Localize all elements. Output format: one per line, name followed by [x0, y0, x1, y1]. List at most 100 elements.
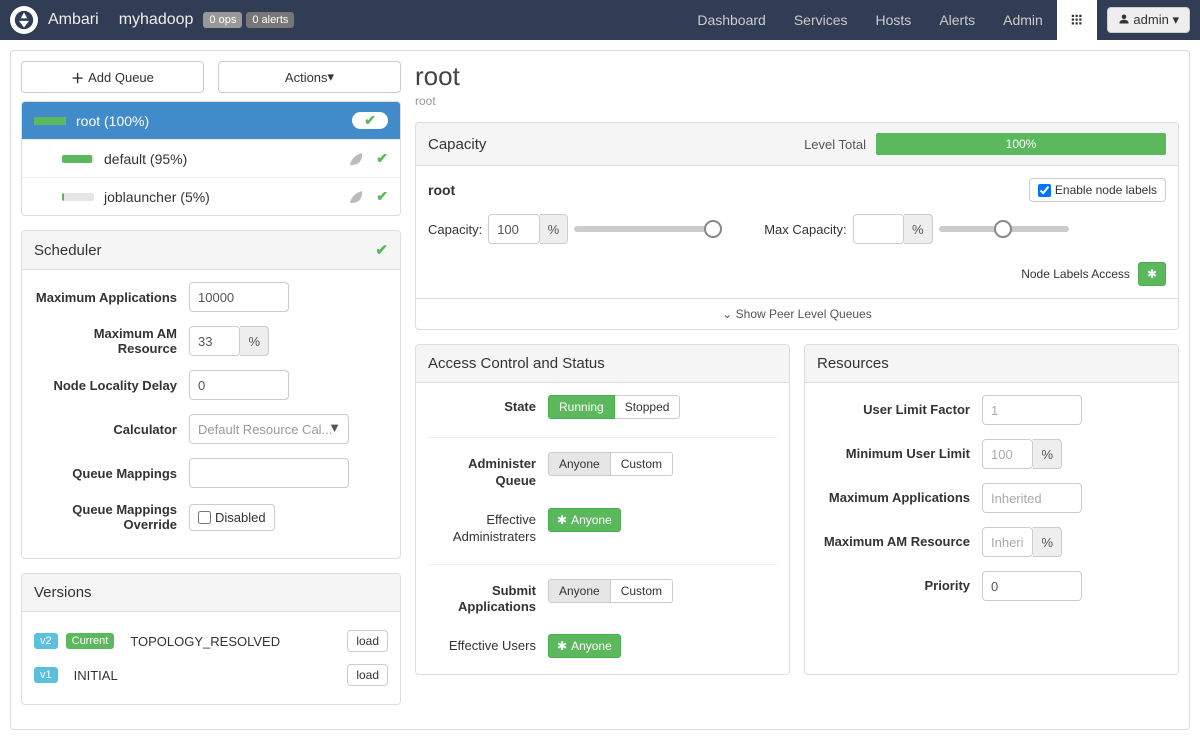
max-capacity-slider[interactable]: [939, 226, 1069, 232]
ambari-logo[interactable]: [10, 6, 38, 34]
resources-panel: Resources User Limit Factor Minimum User…: [804, 344, 1179, 675]
administer-toggle[interactable]: Anyone Custom: [548, 452, 673, 476]
max-apps-input[interactable]: [189, 282, 289, 312]
brand[interactable]: Ambari: [48, 11, 99, 29]
alerts-badge[interactable]: 0 alerts: [246, 12, 294, 28]
capacity-heading: Capacity Level Total 100%: [416, 123, 1178, 166]
level-total-pct: 100%: [1006, 137, 1037, 151]
user-limit-factor-input[interactable]: [982, 395, 1082, 425]
versions-heading: Versions: [22, 574, 400, 612]
version-name: TOPOLOGY_RESOLVED: [130, 634, 339, 649]
plus-icon: ＋: [71, 68, 84, 87]
queue-mappings-input[interactable]: [189, 458, 349, 488]
capacity-input[interactable]: [488, 214, 539, 244]
queue-label: joblauncher (5%): [104, 189, 348, 205]
apps-grid-icon[interactable]: [1057, 0, 1097, 40]
actions-dropdown[interactable]: Actions ▾: [218, 61, 401, 93]
max-apps-label: Maximum Applications: [34, 290, 189, 305]
disabled-label: Disabled: [215, 510, 266, 525]
nav-services[interactable]: Services: [780, 0, 862, 40]
version-row: v2 Current TOPOLOGY_RESOLVED load: [34, 624, 388, 658]
max-am-input[interactable]: [189, 326, 240, 356]
leaf-icon: [348, 151, 364, 167]
show-peer-queues[interactable]: ⌄ Show Peer Level Queues: [416, 298, 1178, 329]
asterisk-icon: ✱: [1147, 267, 1157, 281]
add-queue-button[interactable]: ＋ Add Queue: [21, 61, 204, 93]
enable-node-labels-checkbox[interactable]: [1038, 184, 1051, 197]
max-capacity-label: Max Capacity:: [764, 222, 846, 237]
max-capacity-input[interactable]: [853, 214, 904, 244]
queue-bar: [62, 155, 94, 163]
effective-users-anyone[interactable]: ✱ Anyone: [548, 634, 621, 658]
queue-default[interactable]: default (95%) ✔: [22, 140, 400, 178]
load-button[interactable]: load: [347, 630, 388, 652]
version-tag: v2: [34, 633, 58, 649]
versions-title: Versions: [34, 584, 92, 601]
admin-anyone[interactable]: Anyone: [548, 452, 611, 476]
queue-label: root (100%): [76, 113, 352, 129]
disabled-checkbox[interactable]: Disabled: [189, 504, 275, 531]
admin-custom[interactable]: Custom: [611, 452, 673, 476]
administer-queue-label: Administer Queue: [428, 452, 548, 490]
queue-mappings-label: Queue Mappings: [34, 466, 189, 481]
res-max-apps-input[interactable]: [982, 483, 1082, 513]
nav-right: Dashboard Services Hosts Alerts Admin ad…: [683, 0, 1200, 40]
submit-custom[interactable]: Custom: [611, 579, 673, 603]
state-running[interactable]: Running: [548, 395, 615, 419]
slider-thumb[interactable]: [704, 220, 722, 238]
resources-title: Resources: [817, 355, 889, 372]
caret-down-icon: ▾: [328, 69, 335, 85]
load-button[interactable]: load: [347, 664, 388, 686]
user-menu[interactable]: admin ▾: [1107, 7, 1190, 33]
state-toggle[interactable]: Running Stopped: [548, 395, 680, 419]
level-total-bar: 100%: [876, 133, 1166, 155]
queue-tree: root (100%) ✔ default (95%) ✔ joblaunche…: [21, 101, 401, 216]
nav-dashboard[interactable]: Dashboard: [683, 0, 780, 40]
check-icon: ✔: [376, 188, 388, 205]
state-stopped[interactable]: Stopped: [615, 395, 681, 419]
navbar: Ambari myhadoop 0 ops 0 alerts Dashboard…: [0, 0, 1200, 40]
capacity-slider[interactable]: [574, 226, 714, 232]
version-tag: v1: [34, 667, 58, 683]
scheduler-heading: Scheduler ✔: [22, 231, 400, 270]
nav-alerts[interactable]: Alerts: [925, 0, 989, 40]
queue-title: root: [415, 61, 1179, 92]
caret-down-icon: ▾: [1172, 12, 1179, 27]
version-row: v1 INITIAL load: [34, 658, 388, 692]
logo-icon: [14, 10, 34, 30]
capacity-title: Capacity: [428, 136, 486, 153]
min-user-limit-input[interactable]: [982, 439, 1033, 469]
ops-badge[interactable]: 0 ops: [203, 12, 242, 28]
nav-admin[interactable]: Admin: [989, 0, 1057, 40]
calculator-label: Calculator: [34, 422, 189, 437]
submit-anyone[interactable]: Anyone: [548, 579, 611, 603]
min-user-limit-label: Minimum User Limit: [817, 446, 982, 463]
calculator-select[interactable]: [189, 414, 349, 444]
enable-node-labels[interactable]: Enable node labels: [1029, 178, 1166, 202]
node-labels-access-button[interactable]: ✱: [1138, 262, 1166, 286]
queue-mappings-override-label: Queue Mappings Override: [34, 502, 189, 532]
peer-label: Show Peer Level Queues: [736, 307, 872, 321]
disabled-checkbox-input[interactable]: [198, 511, 211, 524]
add-queue-label: Add Queue: [88, 70, 154, 85]
queue-joblauncher[interactable]: joblauncher (5%) ✔: [22, 178, 400, 215]
res-max-apps-label: Maximum Applications: [817, 490, 982, 507]
res-max-am-input[interactable]: [982, 527, 1033, 557]
percent-addon: %: [240, 326, 269, 356]
actions-label: Actions: [285, 70, 328, 85]
version-current: Current: [66, 633, 115, 649]
queue-root[interactable]: root (100%) ✔: [22, 102, 400, 140]
scheduler-panel: Scheduler ✔ Maximum Applications Maximum…: [21, 230, 401, 559]
effective-admin-anyone[interactable]: ✱ Anyone: [548, 508, 621, 532]
submit-toggle[interactable]: Anyone Custom: [548, 579, 673, 603]
cluster-name[interactable]: myhadoop: [119, 11, 194, 29]
queue-label: default (95%): [104, 151, 348, 167]
priority-input[interactable]: [982, 571, 1082, 601]
nav-hosts[interactable]: Hosts: [862, 0, 926, 40]
effective-users-label: Effective Users: [428, 634, 548, 655]
check-icon: ✔: [375, 241, 388, 259]
slider-thumb[interactable]: [994, 220, 1012, 238]
percent-addon: %: [540, 214, 569, 244]
node-locality-input[interactable]: [189, 370, 289, 400]
queue-bar: [34, 117, 66, 125]
